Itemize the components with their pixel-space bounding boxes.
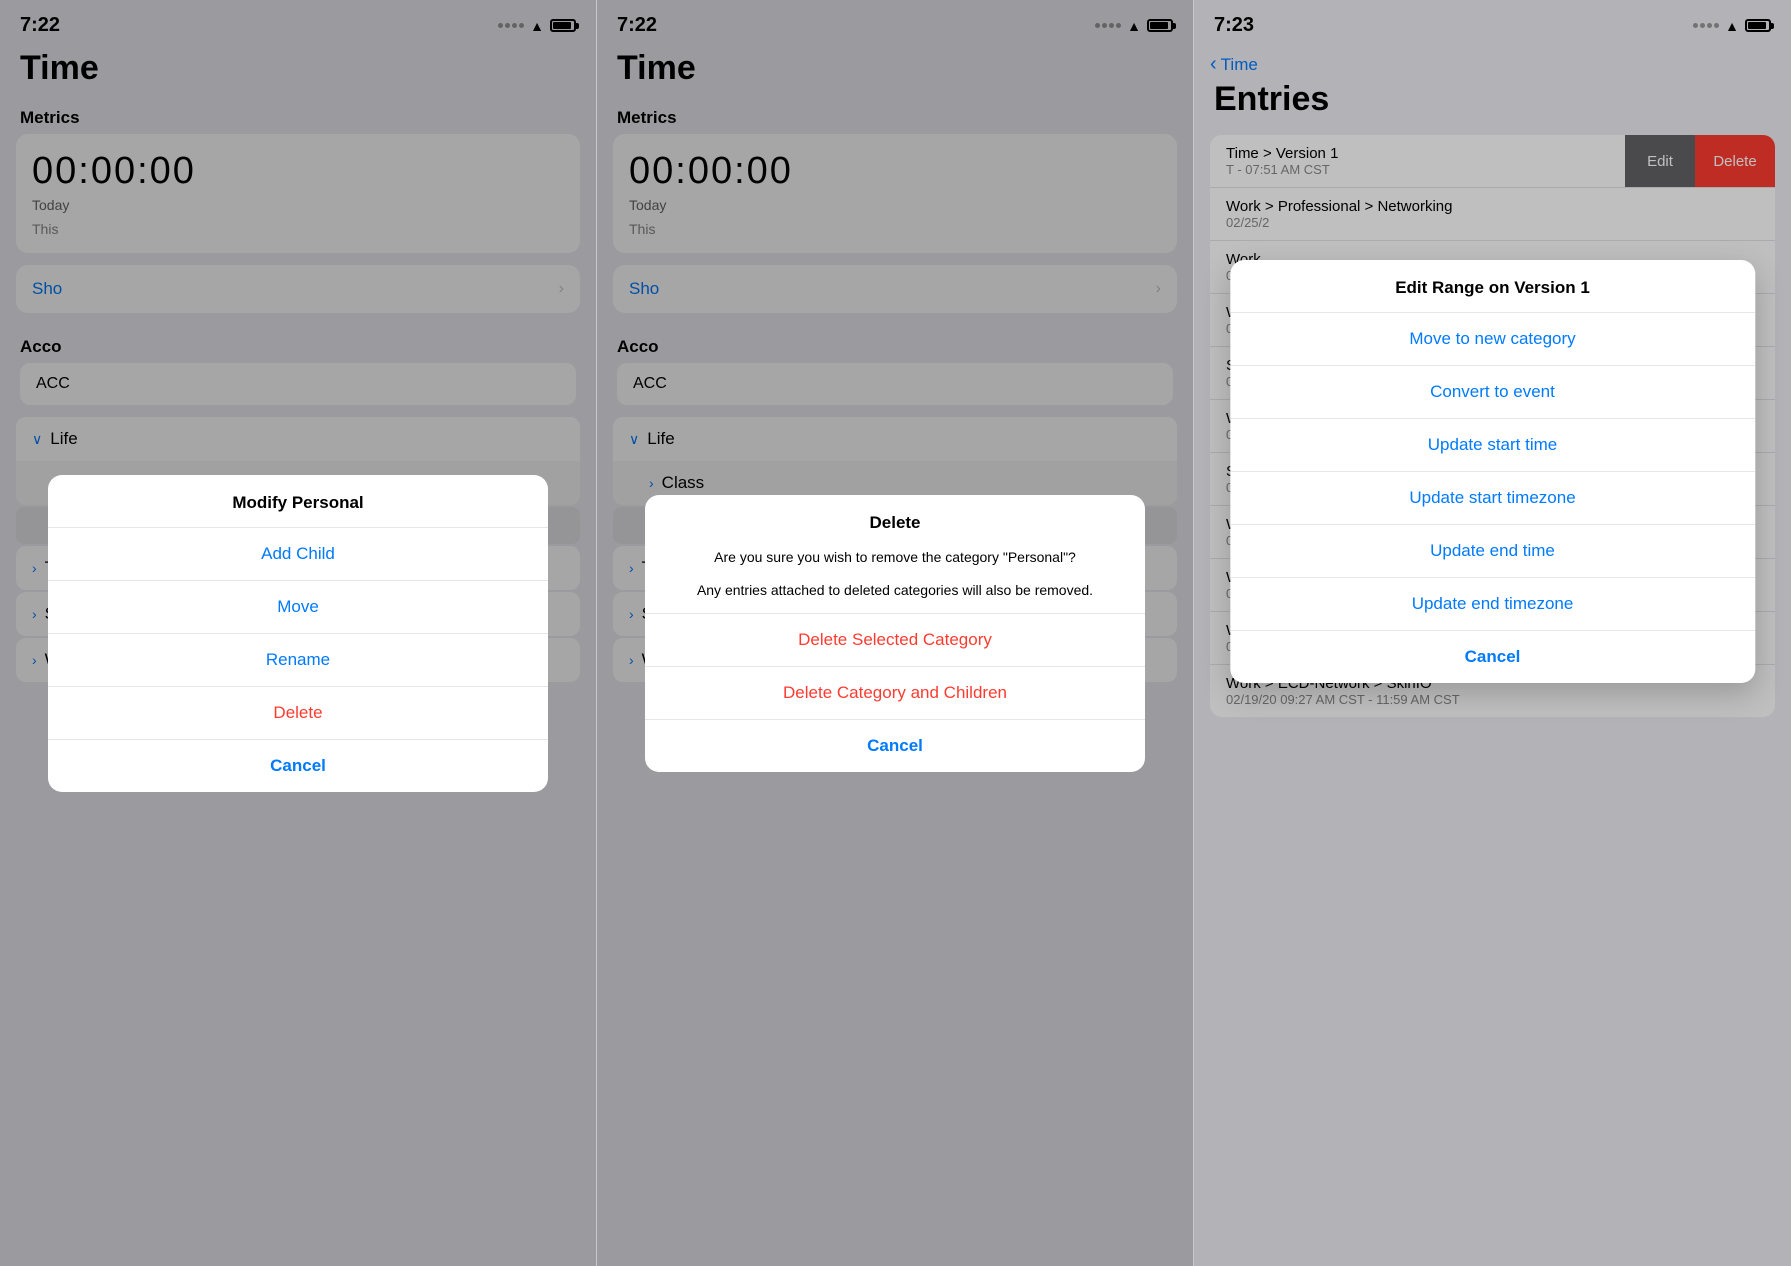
- update-end-time-btn[interactable]: Update end time: [1230, 525, 1755, 577]
- cancel-btn-3[interactable]: Cancel: [1230, 631, 1755, 683]
- delete-btn-1[interactable]: Delete: [48, 687, 549, 739]
- delete-modal: Delete Are you sure you wish to remove t…: [645, 495, 1146, 772]
- delete-modal-title: Delete: [645, 495, 1146, 547]
- phone-panel-2: 7:22 ▲ Time Metrics 00:00:00 Today This …: [597, 0, 1194, 1266]
- move-btn[interactable]: Move: [48, 581, 549, 633]
- delete-modal-body1: Are you sure you wish to remove the cate…: [645, 547, 1146, 580]
- cancel-btn-1[interactable]: Cancel: [48, 740, 549, 792]
- move-to-new-category-btn[interactable]: Move to new category: [1230, 313, 1755, 365]
- modal-title-1: Modify Personal: [48, 475, 549, 527]
- edit-modal-title: Edit Range on Version 1: [1230, 260, 1755, 312]
- delete-children-btn[interactable]: Delete Category and Children: [645, 667, 1146, 719]
- convert-to-event-btn[interactable]: Convert to event: [1230, 366, 1755, 418]
- modal-overlay-2[interactable]: Delete Are you sure you wish to remove t…: [597, 0, 1193, 1266]
- cancel-btn-2[interactable]: Cancel: [645, 720, 1146, 772]
- update-start-time-btn[interactable]: Update start time: [1230, 419, 1755, 471]
- edit-range-modal: Edit Range on Version 1 Move to new cate…: [1230, 260, 1755, 683]
- phone-panel-3: 7:23 ▲ ‹ Time Entries Time > Version 1 T…: [1194, 0, 1791, 1266]
- update-end-timezone-btn[interactable]: Update end timezone: [1230, 578, 1755, 630]
- delete-selected-btn[interactable]: Delete Selected Category: [645, 614, 1146, 666]
- modify-personal-modal: Modify Personal Add Child Move Rename De…: [48, 475, 549, 792]
- phone-panel-1: 7:22 ▲ Time Metrics 00:00:00 Today This …: [0, 0, 597, 1266]
- rename-btn[interactable]: Rename: [48, 634, 549, 686]
- update-start-timezone-btn[interactable]: Update start timezone: [1230, 472, 1755, 524]
- delete-modal-body2: Any entries attached to deleted categori…: [645, 580, 1146, 613]
- modal-overlay-1[interactable]: Modify Personal Add Child Move Rename De…: [0, 0, 596, 1266]
- add-child-btn[interactable]: Add Child: [48, 528, 549, 580]
